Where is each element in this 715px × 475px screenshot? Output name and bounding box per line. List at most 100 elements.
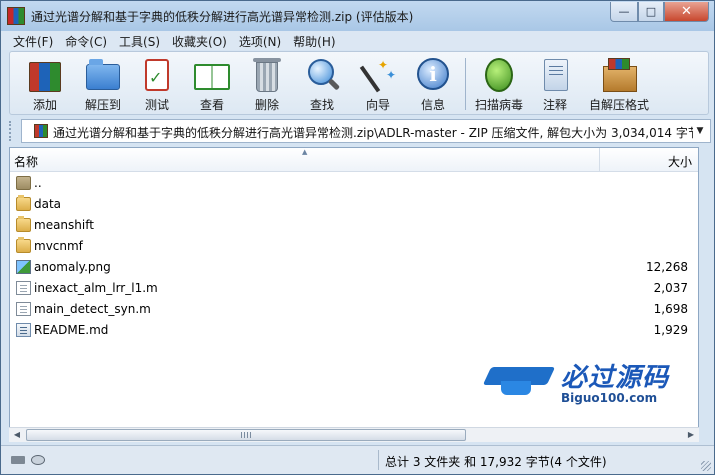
file-size: 12,268 (646, 260, 688, 274)
menu-commands[interactable]: 命令(C) (59, 31, 113, 50)
image-file-icon (16, 260, 31, 274)
list-header: 名称 ▲ 大小 (10, 148, 698, 172)
window-title: 通过光谱分解和基于字典的低秩分解进行高光谱异常检测.zip (评估版本) (31, 10, 414, 24)
scroll-right-icon[interactable]: ▶ (684, 429, 698, 441)
delete-label: 删除 (254, 98, 279, 112)
list-item-folder[interactable]: meanshift (10, 215, 698, 236)
file-name: main_detect_syn.m (34, 302, 151, 316)
address-bar[interactable]: 通过光谱分解和基于字典的低秩分解进行高光谱异常检测.zip\ADLR-maste… (21, 119, 711, 143)
watermark: 必过源码 Biguo100.com (482, 353, 695, 413)
file-name: meanshift (34, 218, 94, 232)
info-button[interactable]: i 信息 (406, 54, 460, 114)
status-bar: 总计 3 文件夹 和 17,932 字节(4 个文件) (1, 445, 714, 474)
delete-trash-icon (247, 56, 287, 94)
extract-folder-icon (83, 56, 123, 94)
extract-to-label: 解压到 (84, 98, 121, 112)
maximize-button[interactable]: □ (638, 2, 664, 22)
sfx-box-icon (599, 56, 639, 94)
toolbar-separator (465, 58, 466, 110)
file-name: .. (34, 176, 42, 190)
sort-arrow-icon: ▲ (302, 148, 308, 156)
view-label: 查看 (199, 98, 224, 112)
document-file-icon (16, 281, 31, 295)
list-item-file[interactable]: inexact_alm_lrr_l1.m 2,037 (10, 278, 698, 299)
parent-folder-icon (16, 176, 31, 190)
wizard-button[interactable]: ✦ ✦ 向导 (351, 54, 405, 114)
list-item-file[interactable]: README.md 1,929 (10, 320, 698, 341)
list-item-folder[interactable]: mvcnmf (10, 236, 698, 257)
archive-icon (34, 124, 48, 138)
menu-options[interactable]: 选项(N) (233, 31, 287, 50)
up-level-grip[interactable] (9, 121, 19, 141)
info-icon: i (413, 56, 453, 94)
folder-icon (16, 237, 31, 253)
find-button[interactable]: 查找 (295, 54, 349, 114)
test-label: 测试 (144, 98, 169, 112)
disk-icon[interactable] (31, 455, 45, 465)
delete-button[interactable]: 删除 (240, 54, 294, 114)
status-divider (378, 450, 379, 470)
list-item-file[interactable]: main_detect_syn.m 1,698 (10, 299, 698, 320)
scan-virus-button[interactable]: 扫描病毒 (469, 54, 529, 114)
scan-virus-label: 扫描病毒 (474, 98, 523, 112)
folder-icon (16, 195, 31, 211)
add-archive-icon (25, 56, 65, 94)
scroll-thumb[interactable] (26, 429, 466, 441)
comment-icon (535, 56, 575, 94)
horizontal-scrollbar[interactable]: ◀ ▶ (9, 427, 699, 442)
toolbar: 添加 解压到 ✓ 测试 查看 删除 查找 ✦ ✦ 向导 i 信息 扫描病毒 注释… (9, 51, 709, 115)
file-size: 1,698 (653, 302, 688, 316)
sfx-button[interactable]: 自解压格式 (586, 54, 652, 114)
wizard-label: 向导 (365, 98, 390, 112)
file-size: 1,929 (653, 323, 688, 337)
file-name: README.md (34, 323, 109, 337)
wizard-wand-icon: ✦ ✦ (358, 56, 398, 94)
virus-scan-icon (479, 56, 519, 94)
menu-file[interactable]: 文件(F) (7, 31, 59, 50)
markdown-file-icon (16, 323, 31, 337)
view-button[interactable]: 查看 (185, 54, 239, 114)
comment-label: 注释 (542, 98, 567, 112)
comment-button[interactable]: 注释 (528, 54, 582, 114)
file-name: anomaly.png (34, 260, 111, 274)
folder-icon (16, 216, 31, 232)
menu-help[interactable]: 帮助(H) (287, 31, 341, 50)
file-size: 2,037 (653, 281, 688, 295)
status-summary: 总计 3 文件夹 和 17,932 字节(4 个文件) (385, 455, 607, 469)
list-item-parent[interactable]: .. (10, 173, 698, 194)
menu-favorites[interactable]: 收藏夹(O) (166, 31, 233, 50)
column-header-size[interactable]: 大小 (600, 148, 698, 172)
address-path: 通过光谱分解和基于字典的低秩分解进行高光谱异常检测.zip\ADLR-maste… (53, 126, 693, 140)
add-label: 添加 (32, 98, 57, 112)
test-clipboard-icon: ✓ (137, 56, 177, 94)
info-label: 信息 (420, 98, 445, 112)
graduation-cap-icon (482, 361, 556, 395)
winrar-app-icon[interactable] (7, 7, 25, 25)
list-item-file[interactable]: anomaly.png 12,268 (10, 257, 698, 278)
add-button[interactable]: 添加 (18, 54, 72, 114)
list-item-folder[interactable]: data (10, 194, 698, 215)
watermark-subtitle: Biguo100.com (561, 391, 658, 405)
document-file-icon (16, 302, 31, 316)
view-book-icon (192, 56, 232, 94)
resize-grip[interactable] (701, 461, 711, 471)
close-button[interactable]: ✕ (664, 2, 709, 22)
menu-bar: 文件(F) 命令(C) 工具(S) 收藏夹(O) 选项(N) 帮助(H) (1, 31, 714, 50)
extract-to-button[interactable]: 解压到 (76, 54, 130, 114)
file-name: data (34, 197, 62, 211)
chevron-down-icon[interactable]: ▼ (693, 122, 707, 140)
winrar-window: 通过光谱分解和基于字典的低秩分解进行高光谱异常检测.zip (评估版本) — □… (0, 0, 715, 475)
file-rows: .. data meanshift mvcnmf anomaly.png 12,… (10, 173, 698, 341)
title-bar[interactable]: 通过光谱分解和基于字典的低秩分解进行高光谱异常检测.zip (评估版本) — □… (1, 1, 714, 31)
menu-tools[interactable]: 工具(S) (113, 31, 166, 50)
sfx-label: 自解压格式 (588, 98, 649, 112)
key-icon[interactable] (11, 456, 25, 464)
find-magnifier-icon (302, 56, 342, 94)
test-button[interactable]: ✓ 测试 (130, 54, 184, 114)
scroll-left-icon[interactable]: ◀ (10, 429, 24, 441)
file-name: inexact_alm_lrr_l1.m (34, 281, 158, 295)
watermark-title: 必过源码 (561, 363, 670, 393)
file-name: mvcnmf (34, 239, 83, 253)
find-label: 查找 (309, 98, 334, 112)
minimize-button[interactable]: — (610, 2, 638, 22)
